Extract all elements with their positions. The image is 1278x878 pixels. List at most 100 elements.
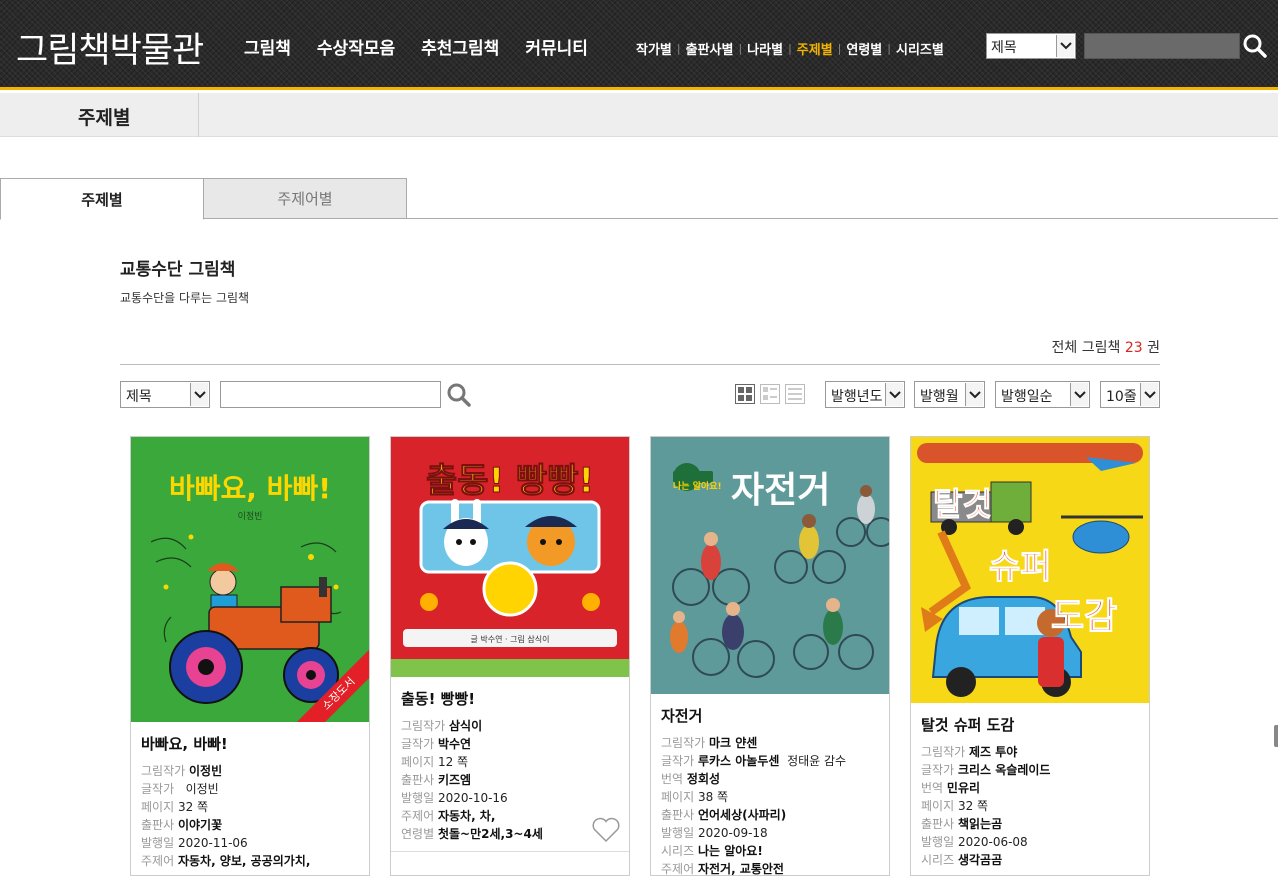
main-nav: 그림책 수상작모음 추천그림책 커뮤니티 — [244, 34, 588, 59]
book-cover[interactable]: 바빠요, 바빠! 이정빈 소장도서 — [131, 437, 369, 722]
book-cover[interactable]: 나는 알아요! 자전거 — [651, 437, 889, 694]
list-view-icon — [760, 384, 780, 404]
chevron-down-icon — [885, 383, 903, 406]
book-card: 바빠요, 바빠! 이정빈 소장도서 바빠요, 바빠! 그림작가 이정빈 글작가 … — [130, 436, 370, 876]
book-pubdate: 발행일 2020-09-18 — [661, 826, 768, 840]
book-pages: 페이지 12 쪽 — [401, 755, 469, 769]
book-translator: 번역 정회성 — [661, 772, 721, 786]
book-pubdate: 발행일 2020-10-16 — [401, 791, 508, 805]
tab-bar: 주제별 주제어별 — [0, 178, 1278, 220]
tab-theme[interactable]: 주제별 — [0, 178, 204, 220]
book-series: 시리즈 나는 알아요! — [661, 844, 763, 858]
grid-view-button[interactable] — [735, 384, 755, 404]
book-pubdate: 발행일 2020-11-06 — [141, 836, 248, 850]
book-pages: 페이지 32 쪽 — [921, 799, 989, 813]
book-card: 탈것 슈퍼 도감 탈것 슈퍼 도감 그림작가 제즈 투야 글작가 크리스 옥슬레… — [910, 436, 1150, 876]
site-header: 그림책박물관 그림책 수상작모음 추천그림책 커뮤니티 작가별 | 출판사별 |… — [0, 0, 1278, 90]
book-writer: 글작가 이정빈 — [141, 782, 219, 796]
header-search-input[interactable] — [1084, 33, 1240, 59]
total-count-suffix: 권 — [1147, 340, 1160, 356]
nav-separator: | — [676, 42, 681, 55]
search-icon — [447, 383, 471, 407]
scroll-handle[interactable] — [1274, 725, 1278, 747]
per-page-select[interactable]: 10줄 — [1100, 381, 1160, 408]
chevron-down-icon — [965, 383, 983, 406]
category-nav-age[interactable]: 연령별 — [846, 39, 882, 58]
filter-search-button[interactable] — [446, 382, 472, 408]
category-nav-publisher[interactable]: 출판사별 — [686, 39, 734, 58]
nav-separator: | — [887, 42, 891, 55]
book-info: 탈것 슈퍼 도감 그림작가 제즈 투야 글작가 크리스 옥슬레이드 번역 민유리… — [911, 703, 1149, 869]
book-publisher: 출판사 책읽는곰 — [921, 817, 1003, 831]
total-count: 전체 그림책 23 권 — [1052, 337, 1160, 357]
nav-separator: | — [788, 42, 792, 55]
sort-month-select[interactable]: 발행월 — [914, 381, 985, 408]
nav-separator: | — [837, 42, 842, 55]
total-count-prefix: 전체 그림책 — [1051, 340, 1121, 356]
book-writer: 글작가 크리스 옥슬레이드 — [921, 763, 1051, 777]
book-card: 출동! 빵빵! 글 박수연 · 그림 삼식이 출동! 빵빵! 그림작가 삼식이 … — [390, 436, 630, 876]
chevron-down-icon — [1140, 383, 1158, 406]
main-nav-item-recommended[interactable]: 추천그림책 — [421, 34, 499, 59]
filter-field-select[interactable]: 제목 — [120, 381, 210, 408]
grid-view-icon — [735, 384, 755, 404]
header-search-button[interactable] — [1242, 33, 1268, 59]
sort-year-select[interactable]: 발행년도 — [825, 381, 905, 408]
search-icon — [1243, 34, 1267, 58]
section-title: 교통수단 그림책 — [120, 260, 236, 280]
chevron-down-icon — [190, 383, 208, 406]
filter-field-value: 제목 — [126, 389, 152, 405]
total-count-number: 23 — [1124, 340, 1143, 356]
chevron-down-icon — [1056, 35, 1074, 57]
book-illustrator: 그림작가 삼식이 — [401, 719, 483, 733]
book-title[interactable]: 바빠요, 바빠! — [141, 733, 359, 754]
book-info: 바빠요, 바빠! 그림작가 이정빈 글작가 이정빈 페이지 32 쪽 출판사 이… — [131, 722, 369, 870]
book-cover[interactable]: 탈것 슈퍼 도감 — [911, 437, 1149, 703]
text-list-view-button[interactable] — [785, 384, 805, 404]
book-title[interactable]: 탈것 슈퍼 도감 — [921, 714, 1139, 735]
heart-icon — [592, 817, 620, 843]
category-nav-series[interactable]: 시리즈별 — [896, 39, 944, 58]
book-cover[interactable]: 출동! 빵빵! 글 박수연 · 그림 삼식이 — [391, 437, 629, 677]
page-title-bar: 주제별 — [0, 93, 1278, 137]
list-view-button[interactable] — [760, 384, 780, 404]
cover-title-line3: 도감 — [1050, 596, 1118, 638]
book-illustrator: 그림작가 제즈 투야 — [921, 745, 1018, 759]
category-nav-theme[interactable]: 주제별 — [797, 39, 833, 58]
tab-keyword[interactable]: 주제어별 — [203, 178, 407, 219]
chevron-down-icon — [1070, 383, 1088, 406]
cover-title: 자전거 — [731, 470, 831, 511]
book-translator: 번역 민유리 — [921, 781, 981, 795]
book-card: 나는 알아요! 자전거 자전거 그림작가 마크 얀센 글작가 루카스 아놀두센 … — [650, 436, 890, 876]
main-nav-item-picturebooks[interactable]: 그림책 — [244, 34, 291, 59]
book-title[interactable]: 출동! 빵빵! — [401, 688, 619, 709]
site-logo[interactable]: 그림책박물관 — [16, 22, 204, 73]
book-keywords: 주제어 자동차, 차, — [401, 809, 496, 823]
book-pubdate: 발행일 2020-06-08 — [921, 835, 1028, 849]
divider-line — [120, 364, 1160, 365]
header-search-field-select[interactable]: 제목 — [986, 33, 1076, 59]
nav-separator: | — [738, 42, 743, 55]
book-title[interactable]: 자전거 — [661, 705, 879, 726]
favorite-button[interactable] — [591, 817, 621, 843]
main-nav-item-awards[interactable]: 수상작모음 — [317, 34, 395, 59]
book-publisher: 출판사 이야기꽃 — [141, 818, 223, 832]
sort-month-value: 발행월 — [920, 389, 959, 405]
category-nav-author[interactable]: 작가별 — [636, 39, 672, 58]
book-keywords: 주제어 자동차, 양보, 공공의가치, — [141, 854, 311, 868]
book-publisher: 출판사 키즈엠 — [401, 773, 472, 787]
section-description: 교통수단을 다루는 그림책 — [120, 291, 250, 305]
filter-keyword-input[interactable] — [220, 381, 441, 408]
book-info: 자전거 그림작가 마크 얀센 글작가 루카스 아놀두센 정태윤 감수 번역 정회… — [651, 694, 889, 878]
header-search-field-value: 제목 — [991, 40, 1017, 56]
sort-order-select[interactable]: 발행일순 — [995, 381, 1090, 408]
cover-author: 글 박수연 · 그림 삼식이 — [470, 635, 550, 644]
per-page-value: 10줄 — [1106, 389, 1137, 405]
book-writer: 글작가 루카스 아놀두센 정태윤 감수 — [661, 754, 847, 768]
main-nav-item-community[interactable]: 커뮤니티 — [525, 34, 588, 59]
text-list-icon — [785, 384, 805, 404]
sort-year-value: 발행년도 — [831, 389, 883, 405]
book-publisher: 출판사 언어세상(사파리) — [661, 808, 787, 822]
category-nav-country[interactable]: 나라별 — [747, 39, 783, 58]
card-footer-divider — [391, 851, 629, 852]
